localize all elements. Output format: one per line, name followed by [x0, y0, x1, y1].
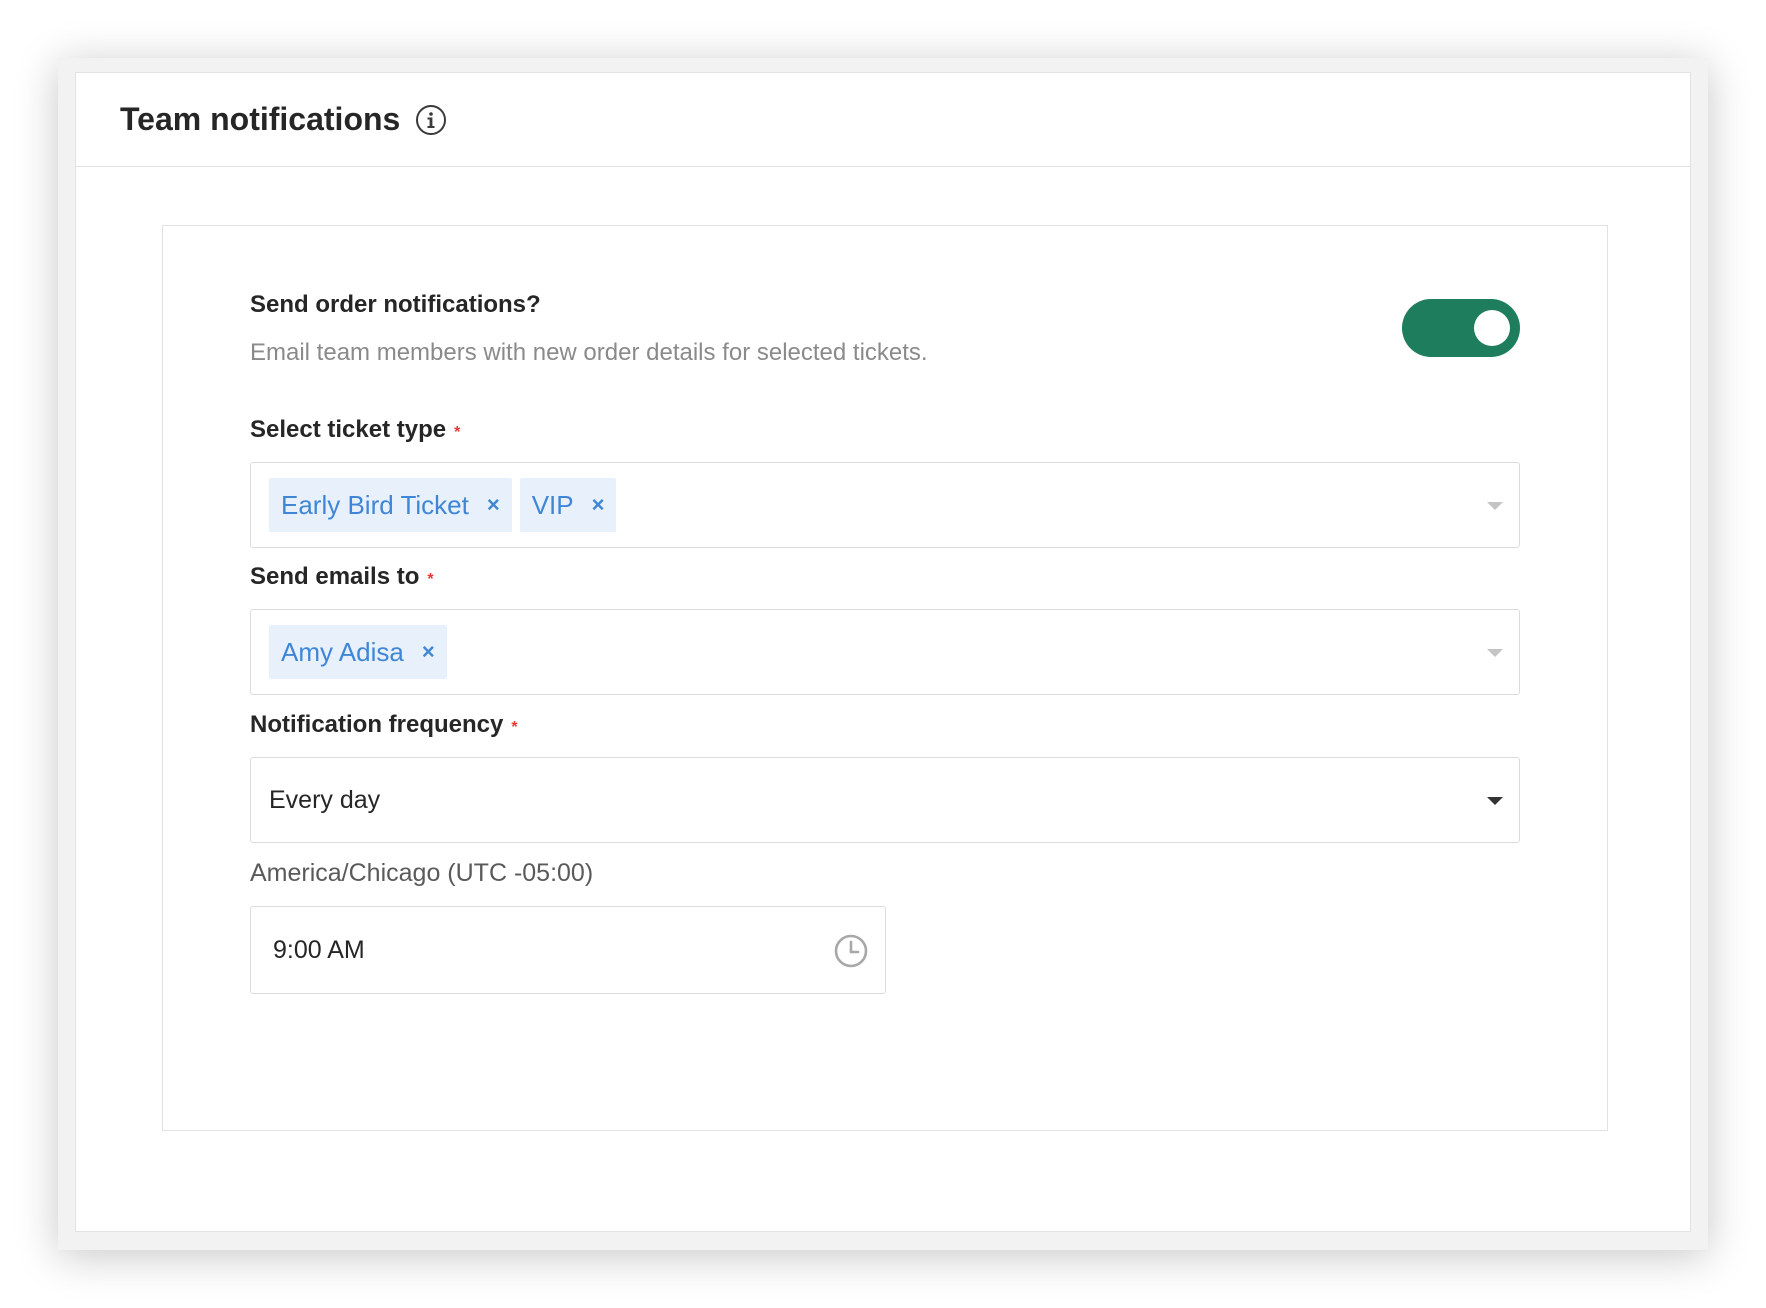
- timezone-label: America/Chicago (UTC -05:00): [250, 859, 594, 887]
- required-mark: *: [454, 424, 461, 441]
- chip-label: VIP: [531, 489, 574, 520]
- chevron-down-icon[interactable]: [1487, 649, 1503, 657]
- panel-header: Team notifications: [76, 73, 1690, 167]
- frequency-value: Every day: [269, 785, 381, 814]
- chevron-down-icon[interactable]: [1487, 502, 1503, 510]
- order-notifications-section: Send order notifications? Email team mem…: [250, 291, 1520, 371]
- send-emails-label-row: Send emails to *: [250, 563, 1520, 591]
- toggle-knob: [1474, 310, 1510, 346]
- required-mark: *: [511, 719, 518, 736]
- required-mark: *: [427, 571, 434, 588]
- order-notifications-label: Send order notifications?: [250, 291, 541, 318]
- frequency-select[interactable]: Every day: [250, 757, 1520, 843]
- remove-chip-icon[interactable]: ×: [422, 641, 435, 663]
- time-section: America/Chicago (UTC -05:00) 9:00 AM: [250, 859, 1520, 994]
- notification-settings-card: Send order notifications? Email team mem…: [162, 225, 1608, 1131]
- chip-label: Early Bird Ticket: [281, 489, 469, 520]
- info-icon[interactable]: [415, 104, 447, 136]
- ticket-type-label: Select ticket type: [250, 416, 447, 443]
- frequency-label: Notification frequency: [250, 711, 504, 738]
- send-emails-label: Send emails to: [250, 563, 420, 590]
- chevron-down-icon[interactable]: [1487, 797, 1503, 805]
- page-title: Team notifications: [120, 101, 401, 137]
- ticket-type-label-row: Select ticket type *: [250, 416, 1520, 444]
- remove-chip-icon[interactable]: ×: [592, 494, 605, 516]
- time-input[interactable]: 9:00 AM: [250, 906, 886, 994]
- clock-icon[interactable]: [833, 933, 869, 969]
- frequency-label-row: Notification frequency *: [250, 711, 1520, 739]
- order-notifications-toggle[interactable]: [1402, 299, 1520, 357]
- chip-early-bird-ticket: Early Bird Ticket ×: [269, 478, 512, 532]
- chip-amy-adisa: Amy Adisa ×: [269, 625, 447, 679]
- frequency-section: Notification frequency * Every day: [250, 711, 1520, 843]
- chip-label: Amy Adisa: [281, 636, 404, 667]
- time-value: 9:00 AM: [273, 935, 365, 964]
- order-notifications-description: Email team members with new order detail…: [250, 339, 928, 366]
- remove-chip-icon[interactable]: ×: [487, 494, 500, 516]
- send-emails-section: Send emails to * Amy Adisa ×: [250, 563, 1520, 695]
- chip-vip: VIP ×: [519, 478, 617, 532]
- send-emails-select[interactable]: Amy Adisa ×: [250, 609, 1520, 695]
- ticket-type-select[interactable]: Early Bird Ticket × VIP ×: [250, 462, 1520, 548]
- team-notifications-panel: Team notifications Send order notificati…: [75, 72, 1691, 1232]
- ticket-type-section: Select ticket type * Early Bird Ticket × …: [250, 416, 1520, 548]
